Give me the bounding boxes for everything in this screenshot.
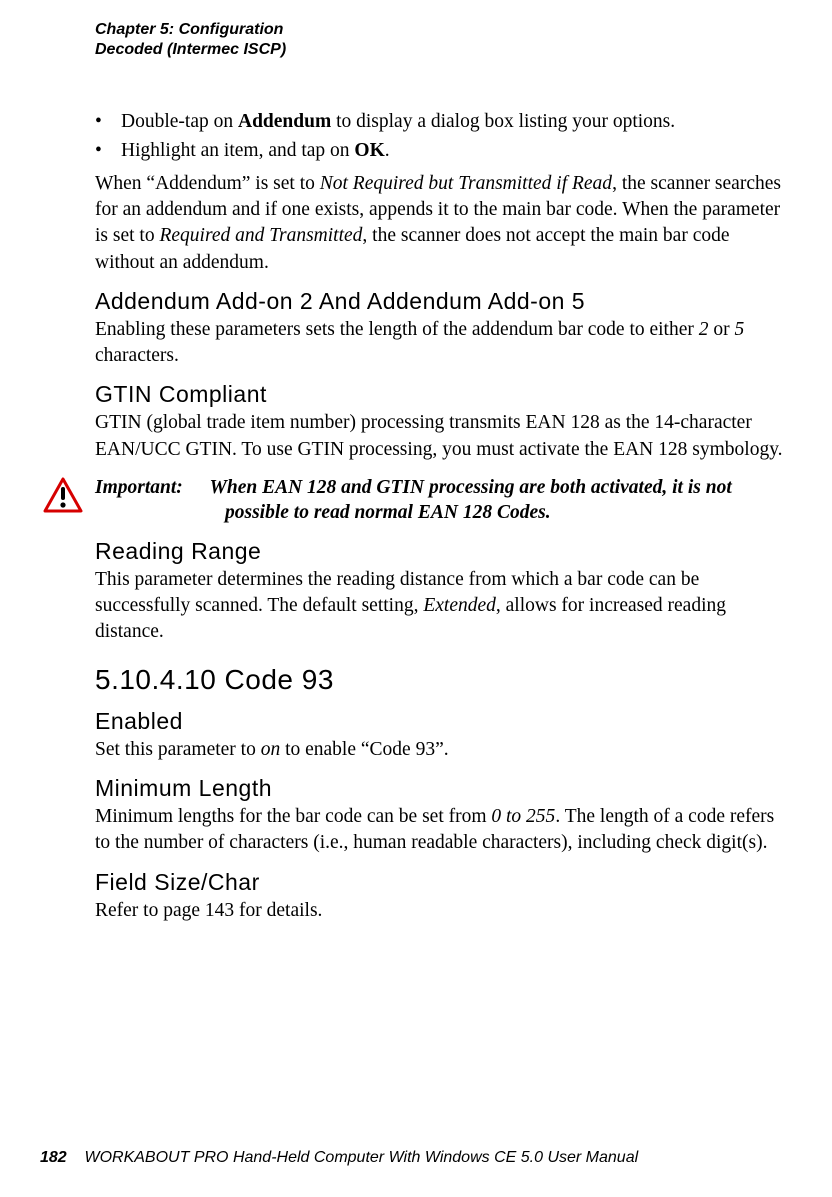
text: possible to read normal EAN 128 Codes. [225, 500, 732, 525]
warning-icon [43, 477, 83, 513]
paragraph: Enabling these parameters sets the lengt… [95, 317, 792, 370]
heading-reading-range: Reading Range [95, 538, 792, 565]
text: When “Addendum” is set to [95, 173, 320, 194]
text: Double-tap on [121, 111, 238, 132]
header-line2: Decoded (Intermec ISCP) [95, 40, 792, 60]
italic-term: Required and Transmitted [159, 225, 362, 246]
italic-term: on [261, 739, 281, 760]
footer-title: WORKABOUT PRO Hand-Held Computer With Wi… [84, 1149, 638, 1166]
text: characters. [95, 345, 179, 366]
paragraph: Refer to page 143 for details. [95, 898, 792, 924]
bold-term: OK [354, 140, 384, 161]
heading-code-93: 5.10.4.10 Code 93 [95, 664, 792, 696]
bold-term: Addendum [238, 111, 331, 132]
page-number: 182 [40, 1149, 67, 1166]
header-line1: Chapter 5: Configuration [95, 20, 792, 40]
italic-term: 5 [735, 319, 745, 340]
text: Set this parameter to [95, 739, 261, 760]
paragraph: When “Addendum” is set to Not Required b… [95, 171, 792, 276]
running-header: Chapter 5: Configuration Decoded (Interm… [95, 20, 792, 60]
bullet-list: Double-tap on Addendum to display a dial… [95, 108, 792, 165]
paragraph: This parameter determines the reading di… [95, 567, 792, 646]
italic-term: Not Required but Transmitted if Read [320, 173, 612, 194]
italic-term: 2 [699, 319, 709, 340]
paragraph: GTIN (global trade item number) processi… [95, 410, 792, 463]
heading-field-size: Field Size/Char [95, 869, 792, 896]
text: . [385, 140, 390, 161]
footer: 182 WORKABOUT PRO Hand-Held Computer Wit… [40, 1149, 638, 1167]
heading-addendum-addon: Addendum Add-on 2 And Addendum Add-on 5 [95, 288, 792, 315]
heading-gtin: GTIN Compliant [95, 381, 792, 408]
text: Enabling these parameters sets the lengt… [95, 319, 699, 340]
list-item: Highlight an item, and tap on OK. [121, 137, 792, 164]
text: to enable “Code 93”. [280, 739, 448, 760]
heading-minimum-length: Minimum Length [95, 775, 792, 802]
text: When EAN 128 and GTIN processing are bot… [210, 477, 732, 498]
important-note: Important: When EAN 128 and GTIN process… [43, 475, 792, 526]
heading-enabled: Enabled [95, 708, 792, 735]
italic-term: 0 to 255 [491, 806, 555, 827]
important-text: Important: When EAN 128 and GTIN process… [95, 475, 732, 526]
paragraph: Minimum lengths for the bar code can be … [95, 804, 792, 857]
text: or [709, 319, 735, 340]
body: Double-tap on Addendum to display a dial… [95, 108, 792, 924]
italic-term: Extended [423, 595, 496, 616]
text: Minimum lengths for the bar code can be … [95, 806, 491, 827]
important-label: Important: [95, 475, 205, 500]
paragraph: Set this parameter to on to enable “Code… [95, 737, 792, 763]
list-item: Double-tap on Addendum to display a dial… [121, 108, 792, 135]
text: Highlight an item, and tap on [121, 140, 354, 161]
text: to display a dialog box listing your opt… [331, 111, 675, 132]
